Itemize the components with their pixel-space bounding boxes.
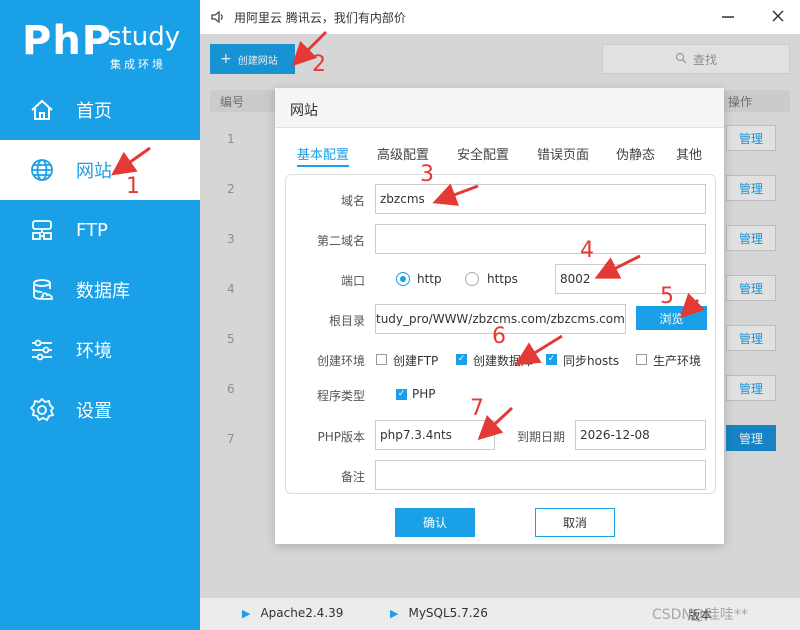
- php-checkbox[interactable]: ✓: [396, 389, 407, 400]
- sliders-icon: [28, 336, 56, 364]
- tab-advanced-config[interactable]: 高级配置: [377, 144, 429, 163]
- sidebar-item-label: 网站: [76, 161, 112, 182]
- php-version-label: PHP版本: [317, 430, 366, 444]
- second-domain-label: 第二域名: [316, 234, 365, 248]
- database-icon: [28, 276, 56, 304]
- annotation-3: 3: [420, 162, 434, 187]
- annotation-2: 2: [312, 52, 326, 77]
- sidebar-item-ftp[interactable]: FTP: [0, 200, 200, 260]
- logo: PhP study 集成环境: [22, 18, 182, 78]
- sidebar-item-settings[interactable]: 设置: [0, 380, 200, 440]
- dialog-title: 网站: [290, 103, 318, 119]
- create-database-label: 创建数据库: [473, 354, 534, 368]
- create-ftp-label: 创建FTP: [393, 354, 439, 368]
- https-radio[interactable]: [465, 272, 479, 286]
- tab-other[interactable]: 其他: [676, 144, 702, 163]
- annotation-5: 5: [660, 284, 674, 309]
- annotation-4: 4: [580, 238, 594, 263]
- http-label: http: [417, 272, 442, 286]
- php-version-select[interactable]: php7.3.4nts: [375, 420, 495, 450]
- http-radio[interactable]: [396, 272, 410, 286]
- service-label: Apache2.4.39: [260, 606, 344, 620]
- second-domain-input[interactable]: [375, 224, 706, 254]
- create-env-label: 创建环境: [316, 354, 365, 368]
- sync-hosts-label: 同步hosts: [563, 354, 620, 368]
- expire-date-input[interactable]: 2026-12-08: [575, 420, 706, 450]
- browse-button[interactable]: 浏览: [636, 306, 707, 330]
- sidebar-item-label: 数据库: [76, 281, 130, 302]
- logo-subtitle: 集成环境: [110, 58, 166, 71]
- domain-input[interactable]: zbzcms: [375, 184, 706, 214]
- sidebar-item-label: 设置: [76, 401, 112, 422]
- sidebar-item-home[interactable]: 首页: [0, 80, 200, 140]
- play-icon: ▶: [390, 606, 399, 620]
- annotation-6: 6: [492, 324, 506, 349]
- notice-text[interactable]: 用阿里云 腾讯云，我们有内部价: [234, 9, 406, 26]
- sidebar-item-label: 环境: [76, 341, 112, 362]
- annotation-1: 1: [126, 174, 140, 199]
- minimize-icon[interactable]: [720, 8, 736, 24]
- port-label: 端口: [340, 274, 365, 288]
- globe-icon: [28, 156, 56, 184]
- service-mysql[interactable]: ▶ MySQL5.7.26: [390, 606, 488, 620]
- port-input[interactable]: 8002: [555, 264, 706, 294]
- tab-error-pages[interactable]: 错误页面: [537, 144, 589, 163]
- home-icon: [28, 96, 56, 124]
- sidebar: PhP study 集成环境 首页 网站 FTP 数据库 环境 设置: [0, 0, 200, 630]
- tab-security-config[interactable]: 安全配置: [457, 144, 509, 163]
- program-type-label: 程序类型: [316, 389, 365, 403]
- cancel-button[interactable]: 取消: [535, 508, 615, 537]
- gear-icon: [28, 396, 56, 424]
- dialog-header: 网站: [275, 88, 724, 128]
- speaker-icon: [210, 9, 226, 25]
- logo-php: PhP: [22, 18, 113, 64]
- website-dialog: 网站 基本配置 高级配置 安全配置 错误页面 伪静态 其他 域名 zbzcms …: [275, 88, 724, 544]
- https-label: https: [487, 272, 518, 286]
- root-dir-label: 根目录: [328, 314, 365, 328]
- service-label: MySQL5.7.26: [408, 606, 488, 620]
- sidebar-item-database[interactable]: 数据库: [0, 260, 200, 320]
- domain-label: 域名: [340, 194, 365, 208]
- watermark: CSDN@哇哇**: [652, 607, 748, 623]
- php-type-label: PHP: [412, 387, 436, 401]
- sidebar-item-label: 首页: [76, 101, 112, 122]
- sidebar-item-website[interactable]: 网站: [0, 140, 200, 200]
- play-icon: ▶: [242, 606, 251, 620]
- logo-study: study: [108, 22, 181, 52]
- sidebar-item-label: FTP: [76, 219, 108, 241]
- service-apache[interactable]: ▶ Apache2.4.39: [242, 606, 343, 620]
- annotation-7: 7: [470, 396, 484, 421]
- production-env-label: 生产环境: [653, 354, 702, 368]
- close-icon[interactable]: [770, 8, 786, 24]
- sidebar-item-environment[interactable]: 环境: [0, 320, 200, 380]
- sync-hosts-checkbox[interactable]: ✓: [546, 354, 557, 365]
- production-env-checkbox[interactable]: [636, 354, 647, 365]
- expire-date-label: 到期日期: [516, 430, 565, 444]
- top-bar: 用阿里云 腾讯云，我们有内部价: [200, 0, 800, 34]
- tab-basic-config[interactable]: 基本配置: [297, 144, 350, 167]
- note-input[interactable]: [375, 460, 706, 490]
- confirm-button[interactable]: 确认: [395, 508, 475, 537]
- tab-rewrite[interactable]: 伪静态: [616, 144, 655, 163]
- ftp-icon: [28, 216, 56, 244]
- create-database-checkbox[interactable]: ✓: [456, 354, 467, 365]
- note-label: 备注: [340, 470, 365, 484]
- create-ftp-checkbox[interactable]: [376, 354, 387, 365]
